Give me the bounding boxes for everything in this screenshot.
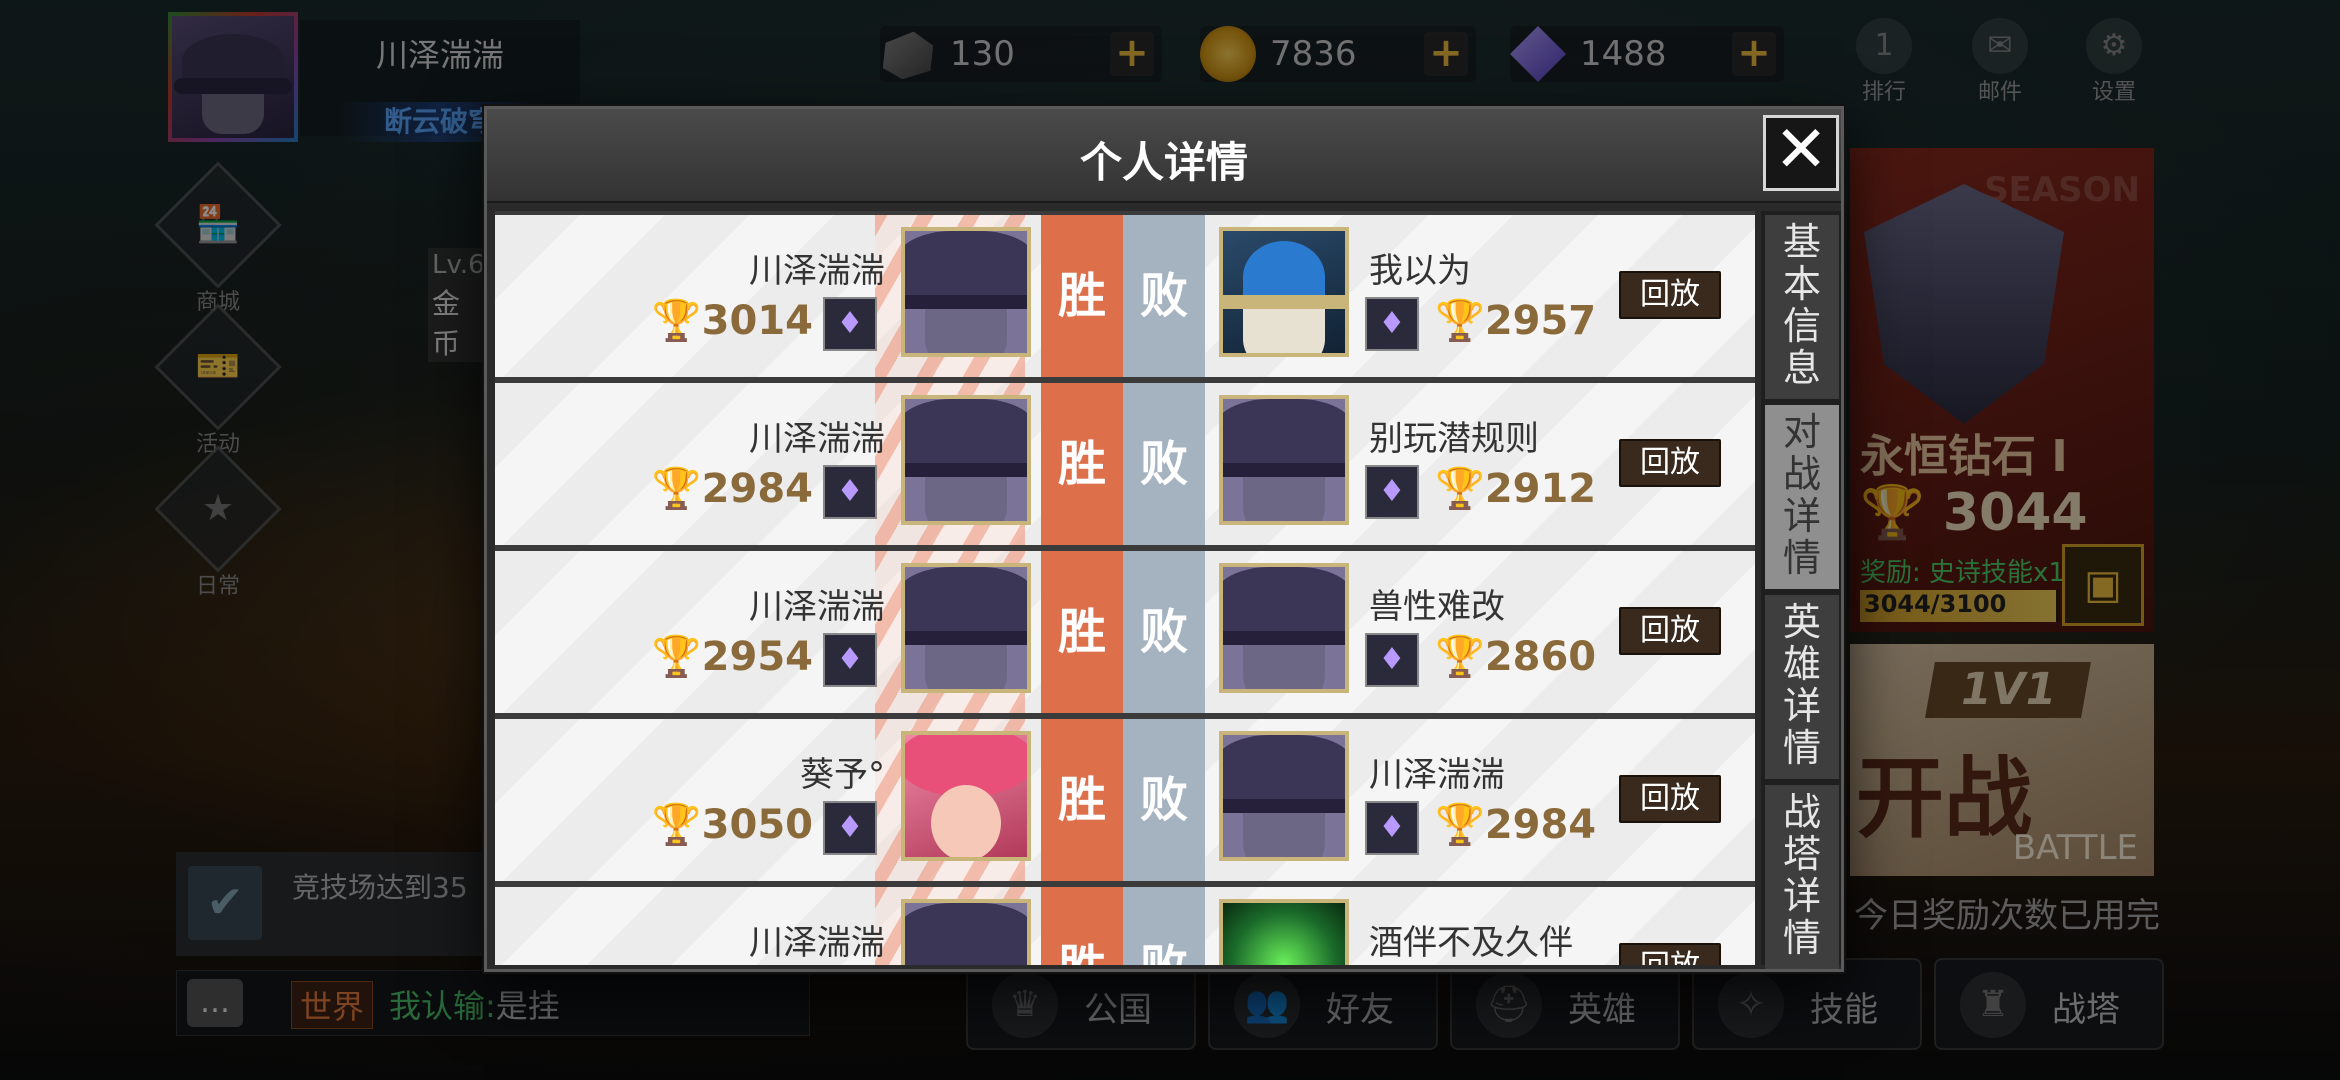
trophy-icon: 🏆 xyxy=(651,634,702,680)
lose-label: 败 xyxy=(1123,719,1205,881)
left-player-name: 葵予° xyxy=(800,755,885,795)
rank-badge-icon: ♦ xyxy=(1365,297,1419,351)
left-trophy-value: 3014 xyxy=(701,298,813,344)
match-row: 川泽湍湍♦胜败酒伴不及久伴♦回放 xyxy=(495,887,1755,965)
replay-button[interactable]: 回放 xyxy=(1619,271,1721,319)
right-hero-portrait xyxy=(1219,227,1349,357)
right-player-name: 别玩潜规则 xyxy=(1369,419,1539,459)
tab-hero-details[interactable]: 英雄详情 xyxy=(1765,595,1839,779)
trophy-icon: 🏆 xyxy=(1435,298,1485,344)
trophy-icon: 🏆 xyxy=(1435,634,1485,680)
rank-badge-icon: ♦ xyxy=(1365,633,1419,687)
right-trophy-value: 2912 xyxy=(1484,466,1597,512)
rank-badge-icon: ♦ xyxy=(823,801,877,855)
replay-button[interactable]: 回放 xyxy=(1619,943,1721,965)
personal-details-modal: 个人详情 ✕ 川泽湍湍 🏆3014 ♦ 胜败我以为 ♦ 🏆2957 回放 川泽湍湍 🏆2984 ♦… xyxy=(484,106,1844,972)
side-tabs: 基本信息 对战详情 英雄详情 战塔详情 xyxy=(1761,211,1841,969)
close-button[interactable]: ✕ xyxy=(1763,115,1839,191)
modal-header: 个人详情 ✕ xyxy=(487,109,1841,203)
modal-title: 个人详情 xyxy=(1079,138,1248,187)
win-label: 胜 xyxy=(1041,887,1123,965)
win-label: 胜 xyxy=(1041,719,1123,881)
replay-button[interactable]: 回放 xyxy=(1619,439,1721,487)
win-label: 胜 xyxy=(1041,383,1123,545)
right-hero-portrait xyxy=(1219,731,1349,861)
rank-badge-icon: ♦ xyxy=(1365,801,1419,855)
trophy-icon: 🏆 xyxy=(1435,466,1485,512)
left-player-name: 川泽湍湍 xyxy=(749,419,885,459)
replay-button[interactable]: 回放 xyxy=(1619,775,1721,823)
left-trophy: 🏆3050 xyxy=(652,801,813,848)
tab-battle-details[interactable]: 对战详情 xyxy=(1765,405,1839,589)
right-trophy: 🏆2957 xyxy=(1435,297,1596,344)
lose-label: 败 xyxy=(1123,383,1205,545)
right-player-name: 酒伴不及久伴 xyxy=(1369,923,1573,963)
left-hero-portrait xyxy=(901,227,1031,357)
match-row: 川泽湍湍 🏆2984 ♦ 胜败别玩潜规则 ♦ 🏆2912 回放 xyxy=(495,383,1755,545)
match-row: 川泽湍湍 🏆2954 ♦ 胜败兽性难改 ♦ 🏆2860 回放 xyxy=(495,551,1755,713)
lose-label: 败 xyxy=(1123,887,1205,965)
rank-badge-icon: ♦ xyxy=(823,297,877,351)
tab-basic-info[interactable]: 基本信息 xyxy=(1765,215,1839,399)
rank-badge-icon: ♦ xyxy=(823,465,877,519)
lose-label: 败 xyxy=(1123,551,1205,713)
left-trophy-value: 2954 xyxy=(701,634,813,680)
right-trophy: 🏆2860 xyxy=(1435,633,1596,680)
trophy-icon: 🏆 xyxy=(651,802,702,848)
left-hero-portrait xyxy=(901,899,1031,965)
left-hero-portrait xyxy=(901,395,1031,525)
trophy-icon: 🏆 xyxy=(651,466,702,512)
left-hero-portrait xyxy=(901,731,1031,861)
left-trophy-value: 3050 xyxy=(701,802,813,848)
match-row: 葵予° 🏆3050 ♦ 胜败川泽湍湍 ♦ 🏆2984 回放 xyxy=(495,719,1755,881)
match-row: 川泽湍湍 🏆3014 ♦ 胜败我以为 ♦ 🏆2957 回放 xyxy=(495,215,1755,377)
match-list[interactable]: 川泽湍湍 🏆3014 ♦ 胜败我以为 ♦ 🏆2957 回放 川泽湍湍 🏆2984 ♦ 胜败别玩潜规则… xyxy=(495,211,1755,965)
win-label: 胜 xyxy=(1041,551,1123,713)
trophy-icon: 🏆 xyxy=(1435,802,1485,848)
right-hero-portrait xyxy=(1219,395,1349,525)
right-trophy-value: 2860 xyxy=(1484,634,1597,680)
right-hero-portrait xyxy=(1219,899,1349,965)
left-trophy-value: 2984 xyxy=(701,466,813,512)
right-trophy-value: 2957 xyxy=(1484,298,1597,344)
win-label: 胜 xyxy=(1041,215,1123,377)
right-trophy: 🏆2912 xyxy=(1435,465,1596,512)
right-player-name: 川泽湍湍 xyxy=(1369,755,1505,795)
right-hero-portrait xyxy=(1219,563,1349,693)
tab-tower-details[interactable]: 战塔详情 xyxy=(1765,785,1839,969)
right-player-name: 兽性难改 xyxy=(1369,587,1505,627)
right-trophy-value: 2984 xyxy=(1484,802,1597,848)
left-trophy: 🏆2954 xyxy=(652,633,813,680)
rank-badge-icon: ♦ xyxy=(1365,465,1419,519)
lose-label: 败 xyxy=(1123,215,1205,377)
left-player-name: 川泽湍湍 xyxy=(749,251,885,291)
left-player-name: 川泽湍湍 xyxy=(749,923,885,963)
left-hero-portrait xyxy=(901,563,1031,693)
left-player-name: 川泽湍湍 xyxy=(749,587,885,627)
right-trophy: 🏆2984 xyxy=(1435,801,1596,848)
replay-button[interactable]: 回放 xyxy=(1619,607,1721,655)
left-trophy: 🏆3014 xyxy=(652,297,813,344)
rank-badge-icon: ♦ xyxy=(823,633,877,687)
trophy-icon: 🏆 xyxy=(651,298,702,344)
right-player-name: 我以为 xyxy=(1369,251,1471,291)
left-trophy: 🏆2984 xyxy=(652,465,813,512)
